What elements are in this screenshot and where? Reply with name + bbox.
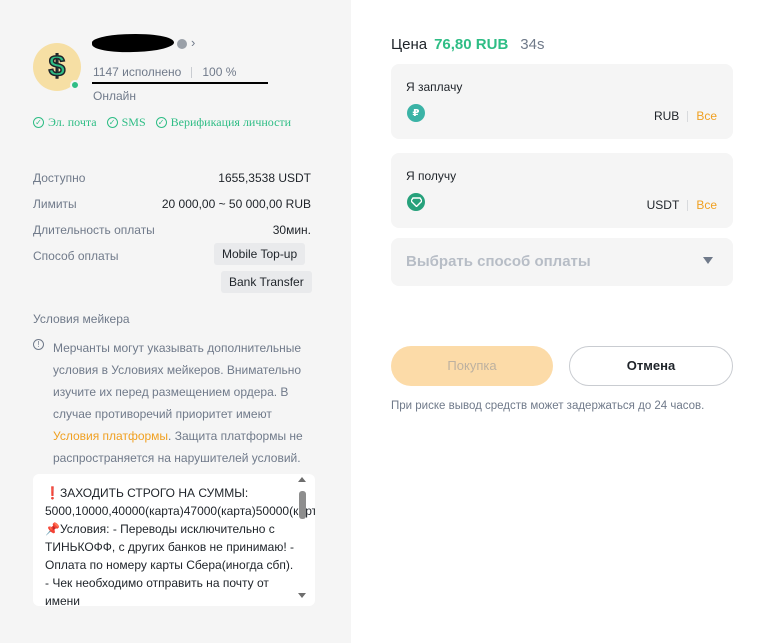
- receive-currency: USDT Все: [646, 198, 717, 212]
- info-icon: !: [33, 339, 44, 350]
- verified-badge-icon: [177, 39, 187, 49]
- diamond-glyph: [410, 197, 422, 207]
- scroll-down-arrow[interactable]: [298, 593, 306, 598]
- tether-coin-icon: [407, 193, 425, 211]
- caret-down-icon: [703, 257, 713, 264]
- maker-terms-text: ❗ЗАХОДИТЬ СТРОГО НА СУММЫ: 5000,10000,40…: [45, 486, 315, 606]
- limits-row: Лимиты 20 000,00 ~ 50 000,00 RUB: [33, 197, 311, 211]
- dollar-icon: $: [48, 50, 66, 83]
- buy-button[interactable]: Покупка: [391, 346, 553, 386]
- receive-amount-card[interactable]: Я получу USDT Все: [391, 153, 733, 228]
- duration-row: Длительность оплаты 30мин.: [33, 223, 311, 237]
- merchant-name-redacted[interactable]: [91, 32, 175, 54]
- merchant-panel: $ › 1147 исполнено 100 % Онлайн ✓ Эл. по…: [0, 0, 351, 643]
- scroll-up-arrow[interactable]: [298, 477, 306, 482]
- receive-label: Я получу: [406, 169, 457, 183]
- check-circle-icon: ✓: [155, 117, 167, 128]
- terms-notice: Мерчанты могут указывать дополнительные …: [53, 341, 303, 465]
- check-circle-icon: ✓: [106, 117, 118, 128]
- divider: [191, 66, 193, 78]
- maker-terms-box[interactable]: ❗ЗАХОДИТЬ СТРОГО НА СУММЫ: 5000,10000,40…: [33, 474, 315, 606]
- price-line: Цена 76,80 RUB 34s: [391, 36, 544, 53]
- pay-currency: RUB Все: [653, 109, 717, 123]
- completion-rate: 100 %: [202, 65, 237, 79]
- ruble-coin-icon: ₽: [407, 104, 425, 122]
- divider: [687, 110, 689, 122]
- available-value: 1655,3538 USDT: [218, 171, 311, 185]
- maker-terms-title: Условия мейкера: [33, 312, 130, 326]
- risk-note: При риске вывод средств может задержатьс…: [391, 400, 705, 412]
- pay-all-button[interactable]: Все: [696, 109, 717, 123]
- pay-amount-card[interactable]: Я заплачу ₽ RUB Все: [391, 64, 733, 139]
- chevron-right-icon[interactable]: ›: [191, 35, 195, 50]
- merchant-stats: 1147 исполнено 100 %: [93, 65, 236, 79]
- online-indicator: [70, 80, 80, 90]
- pay-label: Я заплачу: [406, 80, 463, 94]
- merchant-status: Онлайн: [93, 89, 136, 103]
- price-timer: 34s: [520, 36, 545, 53]
- verification-sms: ✓ SMS: [106, 115, 146, 130]
- divider: [687, 199, 689, 211]
- annotation-underline: [92, 82, 268, 84]
- check-circle-icon: ✓: [33, 117, 44, 128]
- payment-method-select[interactable]: Выбрать способ оплаты: [391, 238, 733, 286]
- cancel-button[interactable]: Отмена: [569, 346, 733, 386]
- payment-chip-mobile-topup: Mobile Top-up: [214, 243, 306, 265]
- available-row: Доступно 1655,3538 USDT: [33, 171, 311, 185]
- scrollbar-thumb[interactable]: [299, 491, 306, 519]
- payment-chip-bank-transfer: Bank Transfer: [221, 271, 312, 293]
- platform-terms-link[interactable]: Условия платформы: [53, 429, 168, 443]
- payment-method-placeholder: Выбрать способ оплаты: [406, 253, 591, 270]
- price-label: Цена: [391, 36, 428, 53]
- receive-all-button[interactable]: Все: [696, 198, 717, 212]
- limits-value: 20 000,00 ~ 50 000,00 RUB: [161, 197, 311, 211]
- price-value: 76,80 RUB: [434, 36, 509, 53]
- orders-completed: 1147 исполнено: [93, 65, 182, 79]
- verification-identity: ✓ Верификация личности: [155, 115, 291, 130]
- duration-value: 30мин.: [272, 223, 311, 237]
- verification-badges: ✓ Эл. почта ✓ SMS ✓ Верификация личности: [33, 115, 291, 130]
- verification-email: ✓ Эл. почта: [33, 115, 97, 130]
